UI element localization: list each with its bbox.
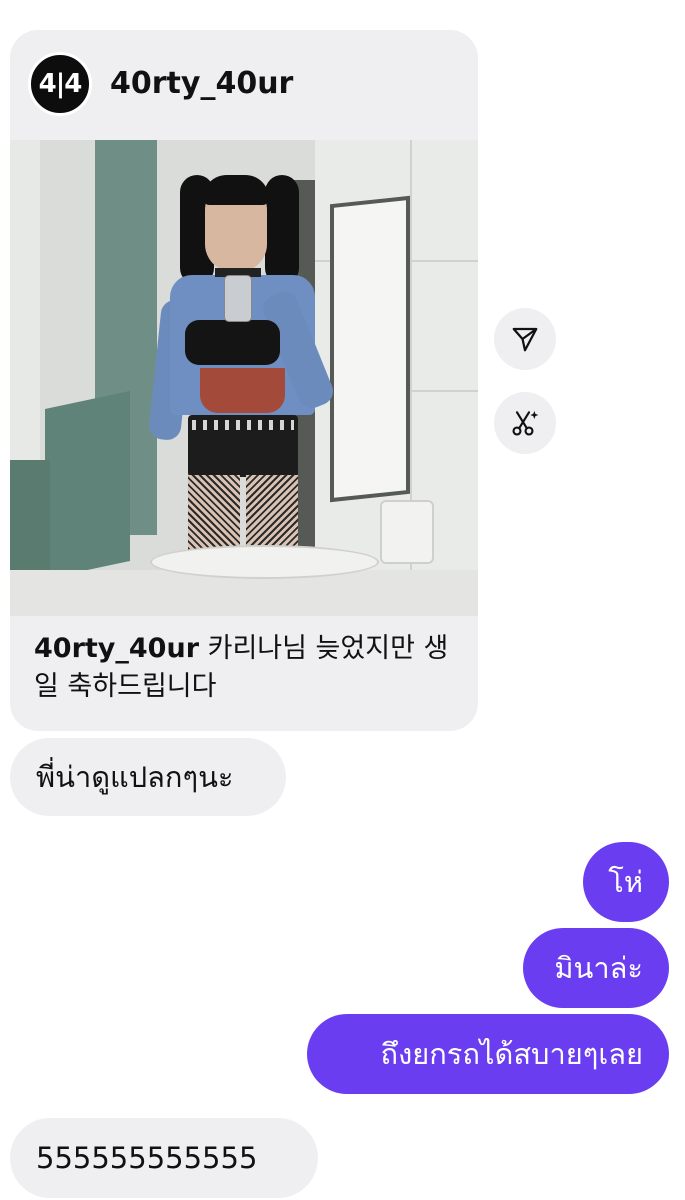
post-username[interactable]: 40rty_40ur xyxy=(110,66,293,101)
remix-button[interactable] xyxy=(494,392,556,454)
message-text: 555555555555 xyxy=(36,1141,258,1175)
photo-figure-hair-right xyxy=(265,175,299,285)
message-bubble-sent[interactable]: มินาล่ะ xyxy=(523,928,669,1008)
post-header[interactable]: 4|4 40rty_40ur xyxy=(10,30,478,140)
message-text: ถึงยกรถได้สบายๆเลย xyxy=(380,1037,643,1071)
message-bubble-sent[interactable]: โห่ xyxy=(583,842,669,922)
message-bubble-received[interactable]: 555555555555 xyxy=(10,1118,318,1198)
message-bubble-sent[interactable]: ถึงยกรถได้สบายๆเลย xyxy=(307,1014,669,1094)
photo-stall-door xyxy=(45,390,130,580)
shared-post-card[interactable]: 4|4 40rty_40ur 40rty_40ur 카리나님 늦었지만 생일 축… xyxy=(10,30,478,731)
caption-username[interactable]: 40rty_40ur xyxy=(34,633,199,664)
photo-sink xyxy=(150,545,379,579)
photo-figure-bangs xyxy=(203,175,269,205)
message-bubble-received[interactable]: พี่น่าดูแปลกๆนะ xyxy=(10,738,286,816)
avatar[interactable]: 4|4 xyxy=(28,52,92,116)
photo-figure-fur-top xyxy=(185,320,280,365)
message-text: โห่ xyxy=(608,865,643,899)
send-icon xyxy=(512,327,538,352)
photo-figure-phone xyxy=(224,275,252,322)
message-text: มินาล่ะ xyxy=(554,951,643,985)
share-button[interactable] xyxy=(494,308,556,370)
photo-dispenser xyxy=(380,500,434,564)
post-photo[interactable] xyxy=(10,140,478,616)
photo-framed-picture xyxy=(330,195,410,503)
post-caption: 40rty_40ur 카리나님 늦었지만 생일 축하드립니다 xyxy=(34,630,464,706)
message-text: พี่น่าดูแปลกๆนะ xyxy=(36,760,234,794)
chat-thread: 4|4 40rty_40ur 40rty_40ur 카리나님 늦었지만 생일 축… xyxy=(0,0,685,1200)
photo-figure-print xyxy=(200,368,285,413)
scissors-sparkle-icon xyxy=(512,411,539,436)
photo-figure-belt xyxy=(192,420,294,430)
